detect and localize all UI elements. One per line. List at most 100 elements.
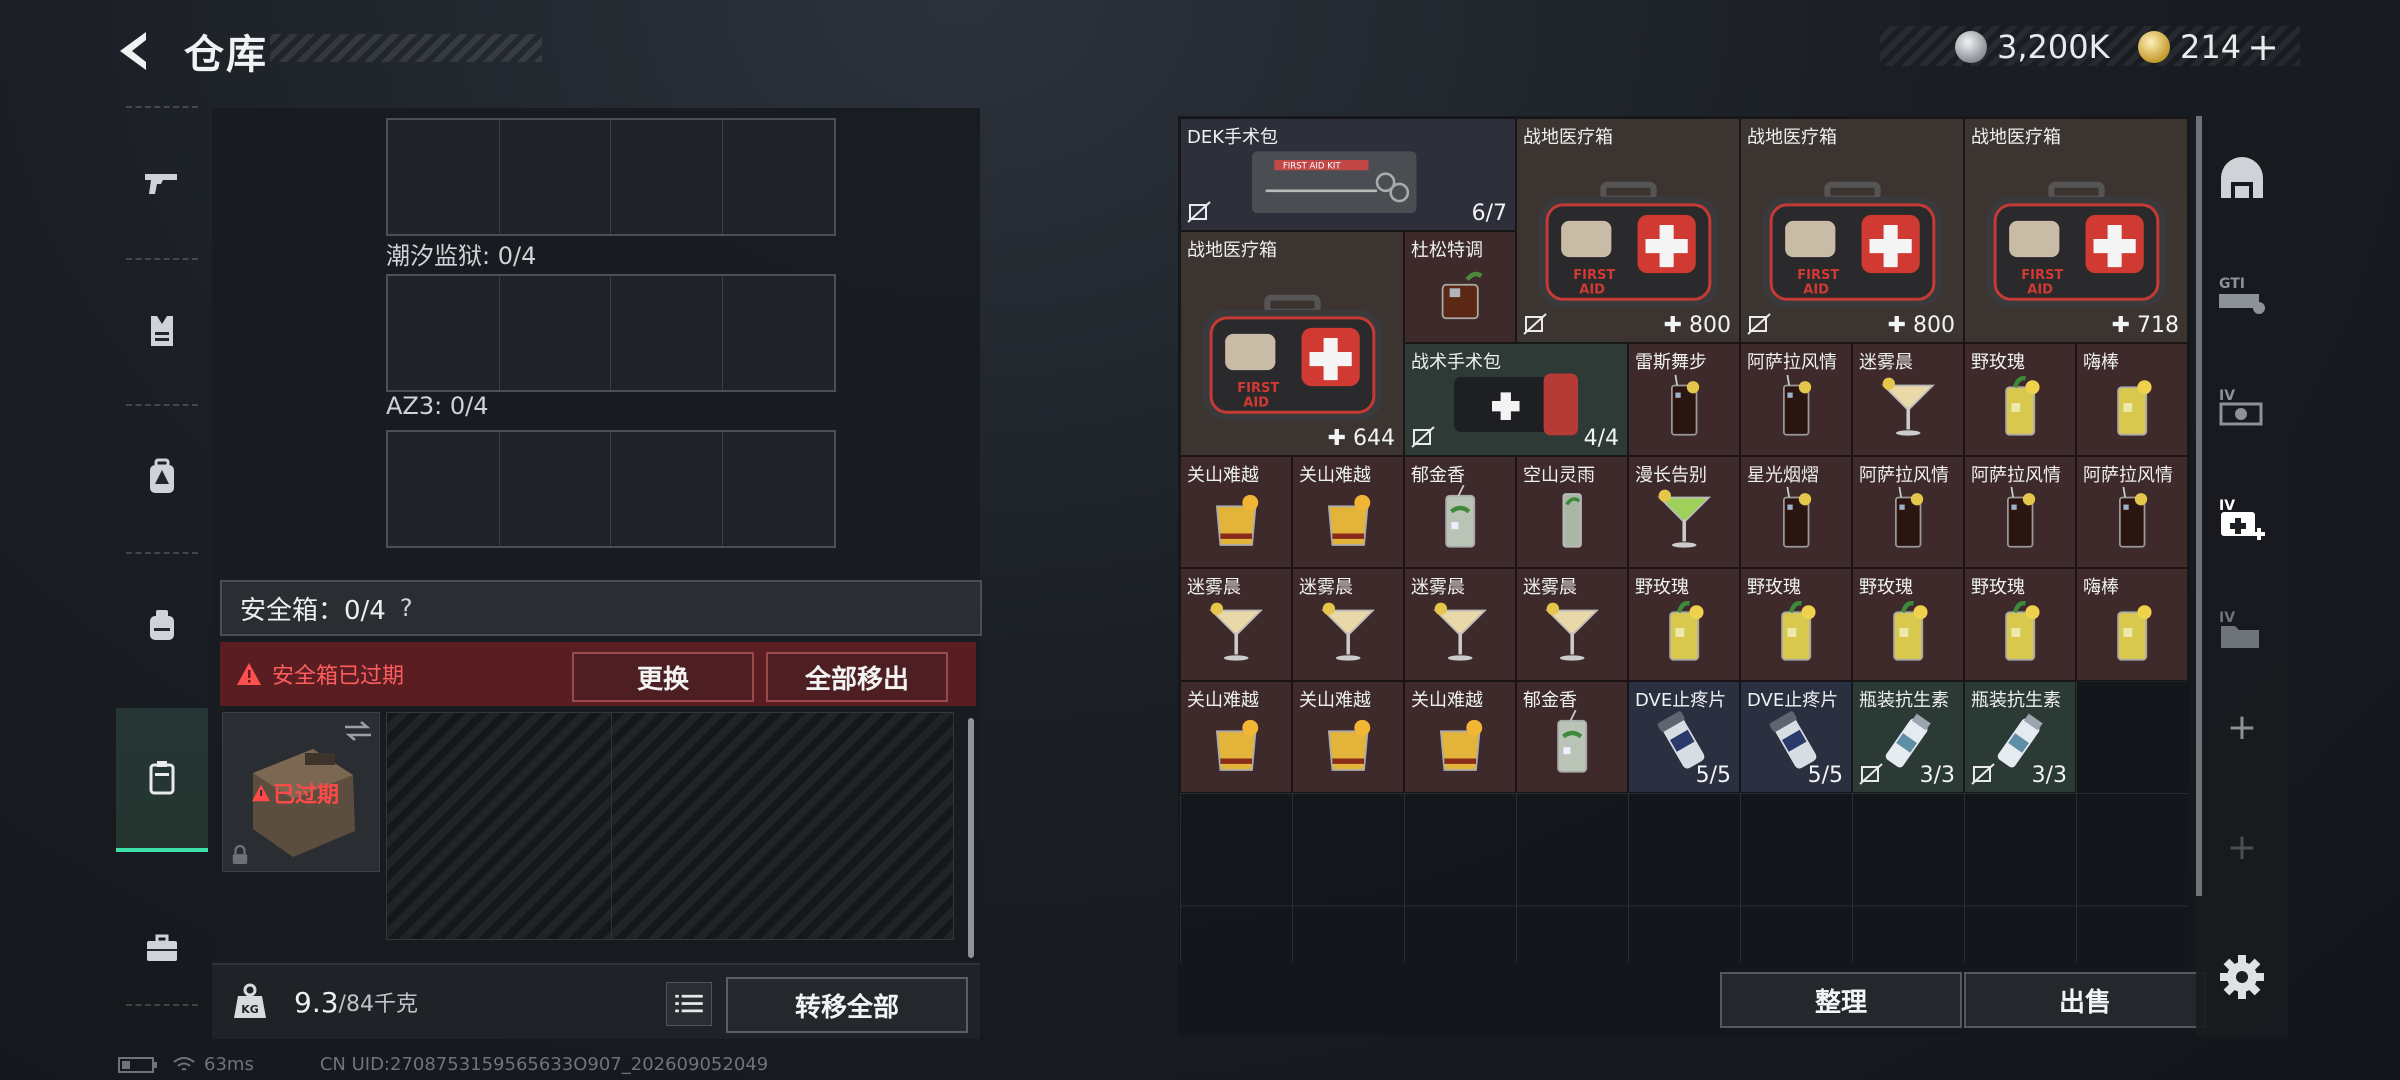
- warehouse-item-med1[interactable]: FIRST AID 战地医疗箱 ✚ 800: [1516, 118, 1740, 343]
- rail-item-safe-case[interactable]: [116, 708, 208, 852]
- warehouse-item-r3c3[interactable]: 郁金香: [1404, 455, 1516, 568]
- warehouse-item-dek[interactable]: FIRST AID KIT DEK手术包 6/7: [1180, 118, 1516, 231]
- add-warehouse-button[interactable]: +: [2196, 672, 2288, 782]
- warehouse-item-r2c2[interactable]: 阿萨拉风情: [1740, 343, 1852, 456]
- container-grid-1[interactable]: [386, 118, 836, 236]
- item-count: 3/3: [2031, 763, 2067, 788]
- warehouse-item-r3c8[interactable]: 阿萨拉风情: [1964, 455, 2076, 568]
- sell-button[interactable]: 出售: [1964, 972, 2206, 1028]
- warning-small-icon: [252, 784, 270, 802]
- warehouse-panel: FIRST AID KIT DEK手术包 6/7 FIRST AID 战地医疗箱 ✚ …: [1178, 116, 2206, 1036]
- warehouse-item-r3c9[interactable]: 阿萨拉风情: [2076, 455, 2188, 568]
- back-button[interactable]: [112, 26, 162, 76]
- back-arrow-icon: [120, 32, 146, 70]
- warehouse-item-r5c2[interactable]: 关山难越: [1292, 680, 1404, 793]
- warehouse-item-r4c3[interactable]: 迷雾晨: [1404, 568, 1516, 681]
- safe-box-slot[interactable]: 已过期: [222, 712, 380, 872]
- weight-bar: KG 9.3 /84千克 转移全部: [212, 963, 980, 1039]
- warehouse-item-r5c6[interactable]: DVE止疼片 5/5: [1740, 680, 1852, 793]
- rail-item-warehouse-med[interactable]: IV: [2196, 464, 2288, 574]
- list-view-button[interactable]: [666, 982, 712, 1026]
- rail-item-warehouse-camera[interactable]: IV: [2196, 352, 2288, 462]
- warehouse-grid[interactable]: FIRST AID KIT DEK手术包 6/7 FIRST AID 战地医疗箱 ✚ …: [1180, 118, 2188, 962]
- svg-text:AID: AID: [1579, 282, 1605, 297]
- container-grid-2[interactable]: [386, 274, 836, 392]
- warehouse-item-r2c4[interactable]: 野玫瑰: [1964, 343, 2076, 456]
- item-name: DVE止疼片: [1747, 689, 1839, 711]
- silver-coin-icon: [1955, 31, 1987, 63]
- item-name: 空山灵雨: [1523, 464, 1595, 486]
- rail-item-rig[interactable]: [116, 552, 208, 697]
- warehouse-item-r4c5[interactable]: 野玫瑰: [1628, 568, 1740, 681]
- rail-item-backpack[interactable]: [116, 404, 208, 549]
- warehouse-item-r4c8[interactable]: 野玫瑰: [1964, 568, 2076, 681]
- warehouse-item-med2[interactable]: FIRST AID 战地医疗箱 ✚ 800: [1740, 118, 1964, 343]
- warehouse-item-r5c4[interactable]: 郁金香: [1516, 680, 1628, 793]
- warehouse-item-r4c1[interactable]: 迷雾晨: [1180, 568, 1292, 681]
- sort-button[interactable]: 整理: [1720, 972, 1962, 1028]
- safe-box-grid[interactable]: [386, 712, 954, 940]
- warehouse-item-r3c7[interactable]: 阿萨拉风情: [1852, 455, 1964, 568]
- warehouse-item-r4c4[interactable]: 迷雾晨: [1516, 568, 1628, 681]
- warehouse-item-dusong[interactable]: 杜松特调: [1404, 230, 1516, 343]
- rail-item-weapon[interactable]: [116, 110, 208, 255]
- warehouse-item-r4c6[interactable]: 野玫瑰: [1740, 568, 1852, 681]
- warehouse-item-r5c1[interactable]: 关山难越: [1180, 680, 1292, 793]
- item-name: 阿萨拉风情: [1971, 464, 2061, 486]
- orange-cocktail-icon: [1215, 720, 1258, 772]
- warehouse-item-r3c5[interactable]: 漫长告别: [1628, 455, 1740, 568]
- warehouse-item-r5c3[interactable]: 关山难越: [1404, 680, 1516, 793]
- highball-cocktail-icon: [2117, 604, 2152, 661]
- warehouse-item-r3c1[interactable]: 关山难越: [1180, 455, 1292, 568]
- safe-case-icon: [149, 761, 175, 795]
- warehouse-item-r2c3[interactable]: 迷雾晨: [1852, 343, 1964, 456]
- cola-cocktail-icon: [2006, 486, 2035, 548]
- svg-text:FIRST: FIRST: [2021, 268, 2063, 283]
- item-name: 雷斯舞步: [1635, 352, 1707, 373]
- rocks-cocktail-icon: [1441, 272, 1483, 320]
- help-button[interactable]: ?: [400, 594, 413, 622]
- warehouse-item-zhanshu[interactable]: 战术手术包 4/4: [1404, 343, 1628, 456]
- transfer-all-button[interactable]: 转移全部: [726, 977, 968, 1033]
- safe-box-label: 安全箱：0/4: [240, 595, 386, 626]
- gear-icon: [2220, 955, 2264, 999]
- svg-text:AID: AID: [1243, 395, 1269, 410]
- warehouse-item-r4c2[interactable]: 迷雾晨: [1292, 568, 1404, 681]
- warehouse-item-r3c4[interactable]: 空山灵雨: [1516, 455, 1628, 568]
- warehouse-item-r5c7[interactable]: 瓶装抗生素 3/3: [1852, 680, 1964, 793]
- no-insurance-icon: [1411, 425, 1435, 448]
- lemon-cocktail-icon: [2005, 375, 2040, 436]
- warehouse-item-r3c2[interactable]: 关山难越: [1292, 455, 1404, 568]
- item-name: 野玫瑰: [1971, 352, 2025, 373]
- rail-item-warehouse-folder[interactable]: IV: [2196, 576, 2288, 686]
- warehouse-item-r5c5[interactable]: DVE止疼片 5/5: [1628, 680, 1740, 793]
- remove-all-button[interactable]: 全部移出: [766, 652, 948, 702]
- warehouse-item-med4[interactable]: FIRST AID 战地医疗箱 ✚ 644: [1180, 230, 1404, 456]
- warehouse-gti-icon: GTI: [2219, 276, 2265, 314]
- rail-item-arch[interactable]: [2196, 126, 2288, 236]
- replace-button[interactable]: 更换: [572, 652, 754, 702]
- warehouse-item-r3c6[interactable]: 星光烟熠: [1740, 455, 1852, 568]
- item-name: 瓶装抗生素: [1971, 689, 2061, 711]
- no-insurance-icon: [1747, 313, 1771, 335]
- coupe-cocktail-icon: [1433, 602, 1487, 661]
- mojito-cocktail-icon: [1557, 710, 1587, 773]
- container-grid-3[interactable]: [386, 430, 836, 548]
- add-warehouse-disabled-button: +: [2226, 826, 2258, 868]
- loadout-scrollbar[interactable]: [968, 718, 974, 958]
- add-currency-button[interactable]: +: [2247, 25, 2279, 69]
- item-name: 战地医疗箱: [1187, 239, 1277, 261]
- warehouse-item-r2c5[interactable]: 嗨棒: [2076, 343, 2188, 456]
- warehouse-item-r5c8[interactable]: 瓶装抗生素 3/3: [1964, 680, 2076, 793]
- warehouse-item-med3[interactable]: FIRST AID 战地医疗箱 ✚ 718: [1964, 118, 2188, 343]
- rail-item-armor[interactable]: [116, 258, 208, 403]
- warehouse-item-r4c7[interactable]: 野玫瑰: [1852, 568, 1964, 681]
- rail-item-briefcase[interactable]: [116, 876, 208, 1021]
- coupe-cocktail-icon: [1545, 602, 1599, 661]
- warehouse-item-r4c9[interactable]: 嗨棒: [2076, 568, 2188, 681]
- right-warehouse-rail: GTI IV IV IV + +: [2196, 116, 2288, 1036]
- settings-button[interactable]: [2196, 922, 2288, 1032]
- rail-item-warehouse-gti[interactable]: GTI: [2196, 240, 2288, 350]
- warehouse-item-r2c1[interactable]: 雷斯舞步: [1628, 343, 1740, 456]
- item-name: 郁金香: [1523, 689, 1577, 711]
